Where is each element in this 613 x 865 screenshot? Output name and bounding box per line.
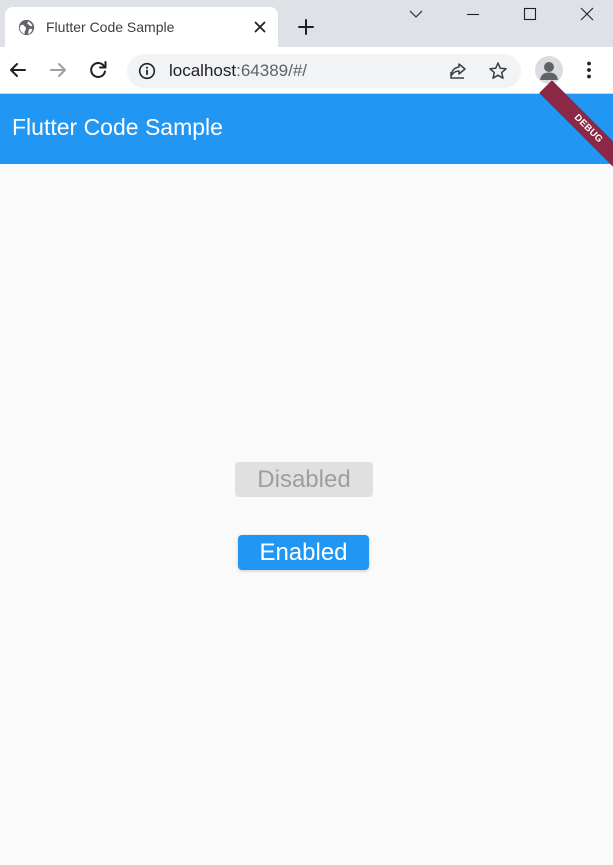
chevron-down-icon [409, 10, 423, 18]
address-bar[interactable]: localhost:64389/#/ [127, 54, 521, 88]
app-bar-title: Flutter Code Sample [12, 114, 223, 140]
app-body [0, 164, 613, 865]
forward-arrow-icon[interactable] [46, 58, 70, 82]
minimize-button[interactable] [450, 0, 496, 30]
profile-icon[interactable] [535, 56, 563, 84]
share-icon[interactable] [448, 61, 468, 81]
tab-search-button[interactable] [393, 0, 439, 30]
minimize-icon [467, 13, 479, 16]
browser-toolbar: localhost:64389/#/ [0, 47, 613, 94]
info-icon[interactable] [138, 62, 156, 80]
url-host: localhost [169, 61, 237, 80]
back-arrow-icon[interactable] [6, 58, 30, 82]
plus-icon[interactable] [296, 17, 316, 37]
disabled-button: Disabled [235, 462, 373, 497]
kebab-menu-icon[interactable] [577, 58, 601, 82]
globe-icon [18, 19, 35, 36]
tab-title: Flutter Code Sample [46, 19, 175, 35]
maximize-button[interactable] [507, 0, 553, 30]
avatar-glyph [540, 62, 558, 80]
browser-tab[interactable]: Flutter Code Sample [5, 7, 278, 47]
star-icon[interactable] [488, 61, 508, 81]
close-icon [580, 7, 594, 21]
reload-icon[interactable] [86, 58, 110, 82]
close-icon[interactable] [252, 19, 268, 35]
browser-window: Flutter Code Sample localhost:64389/#/ F… [0, 0, 613, 865]
maximize-icon [523, 7, 537, 21]
app-bar: Flutter Code Sample [0, 94, 613, 164]
tab-strip: Flutter Code Sample [0, 0, 613, 47]
url-path: :64389/#/ [236, 61, 308, 80]
enabled-button[interactable]: Enabled [238, 535, 369, 570]
url-text[interactable]: localhost:64389/#/ [169, 61, 307, 81]
window-close-button[interactable] [564, 0, 610, 30]
